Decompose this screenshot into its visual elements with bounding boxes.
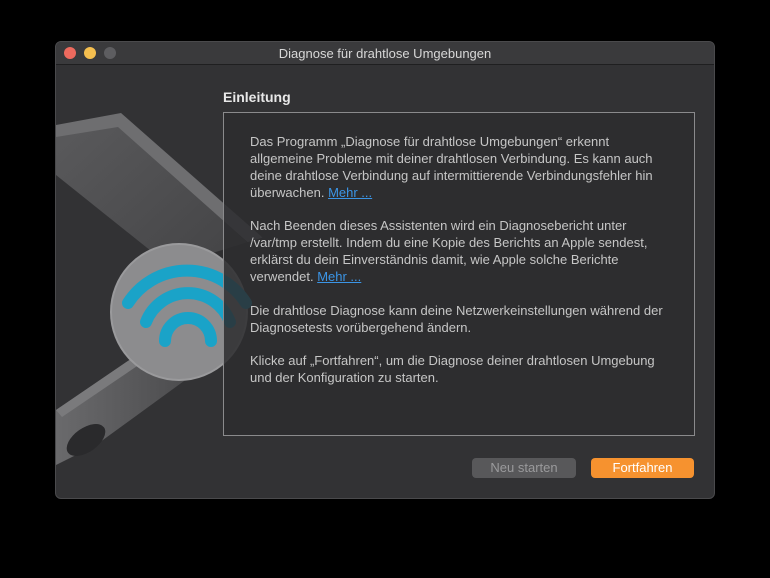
diagnostics-window: Diagnose für drahtlose Umgebungen Einlei… [55,41,715,499]
window-title: Diagnose für drahtlose Umgebungen [278,46,492,61]
more-info-link-1[interactable]: Mehr ... [328,185,372,200]
intro-paragraph-1-text: Das Programm „Diagnose für drahtlose Umg… [250,134,653,200]
intro-paragraph-1: Das Programm „Diagnose für drahtlose Umg… [250,133,670,201]
more-info-link-2[interactable]: Mehr ... [317,269,361,284]
intro-paragraph-3: Die drahtlose Diagnose kann deine Netzwe… [250,303,663,335]
intro-paragraph-4: Klicke auf „Fortfahren“, um die Diagnose… [250,353,655,385]
title-bar[interactable]: Diagnose für drahtlose Umgebungen [56,42,714,65]
intro-text-box: Das Programm „Diagnose für drahtlose Umg… [223,112,695,436]
section-heading: Einleitung [223,89,291,105]
intro-paragraph-2: Nach Beenden dieses Assistenten wird ein… [250,217,670,285]
restart-button[interactable]: Neu starten [472,458,576,478]
continue-button[interactable]: Fortfahren [591,458,694,478]
intro-paragraph-2-text: Nach Beenden dieses Assistenten wird ein… [250,218,648,284]
